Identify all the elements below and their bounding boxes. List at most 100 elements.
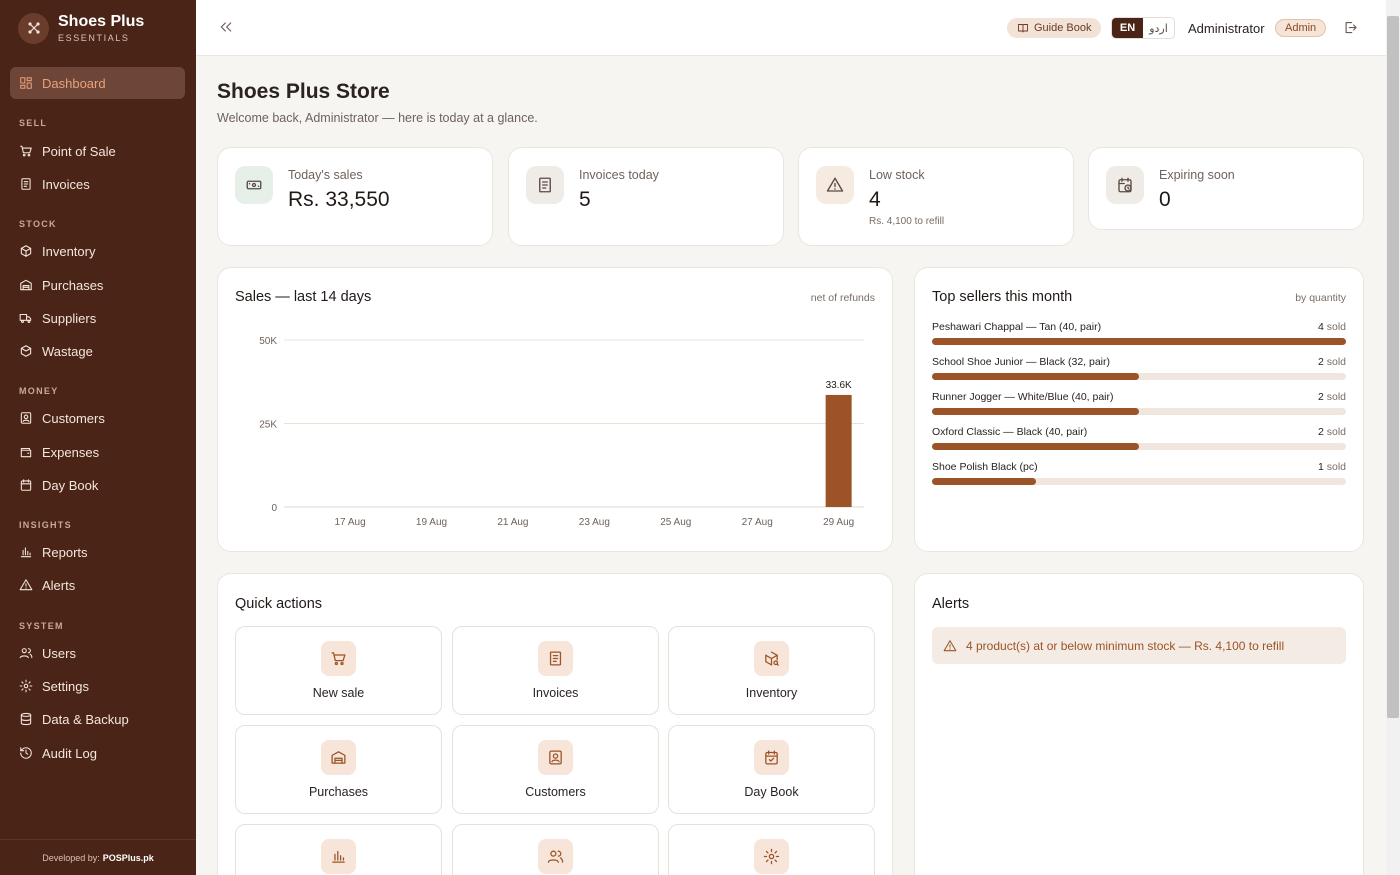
brand-title: Shoes Plus xyxy=(58,13,145,30)
top-seller-bar-track xyxy=(932,478,1346,485)
sidebar-item-audit[interactable]: Audit Log xyxy=(10,737,185,769)
stat-label: Today's sales xyxy=(288,168,363,182)
sidebar-item-customers[interactable]: Customers xyxy=(10,402,185,434)
sidebar-item-daybook[interactable]: Day Book xyxy=(10,469,185,501)
sidebar-item-reports[interactable]: Reports xyxy=(10,536,185,568)
x-tick-label: 17 Aug xyxy=(334,517,365,528)
y-tick-label: 0 xyxy=(271,503,277,514)
sidebar-item-purchases[interactable]: Purchases xyxy=(10,269,185,301)
sidebar-item-suppliers[interactable]: Suppliers xyxy=(10,302,185,334)
sidebar-item-label: Wastage xyxy=(42,343,93,359)
x-tick-label: 27 Aug xyxy=(742,517,773,528)
quick-action-inventory[interactable]: Inventory xyxy=(668,626,875,715)
top-seller-bar-fill xyxy=(932,478,1036,485)
quick-action-new-sale[interactable]: New sale xyxy=(235,626,442,715)
sidebar-footer: Developed by: POSPlus.pk xyxy=(0,839,196,875)
language-toggle: EN اردو xyxy=(1111,17,1175,39)
sales-chart: 0 25K 50K 17 Aug 19 Aug 21 Aug 23 Aug 25 Aug 27 … xyxy=(259,336,864,528)
sidebar-item-label: Settings xyxy=(42,678,89,694)
quick-action-daybook[interactable]: Day Book xyxy=(668,725,875,814)
quick-action-users[interactable] xyxy=(452,824,659,875)
box-minus-icon xyxy=(20,345,32,357)
top-seller-row: Runner Jogger — White/Blue (40, pair) 2 s… xyxy=(932,391,1346,415)
sidebar-item-settings[interactable]: Settings xyxy=(10,670,185,702)
page-title: Shoes Plus Store xyxy=(217,80,390,103)
calendar-icon xyxy=(20,479,32,491)
package-icon xyxy=(20,245,32,257)
quick-action-label: Inventory xyxy=(745,686,798,700)
top-seller-name: Runner Jogger — White/Blue (40, pair) xyxy=(932,391,1114,403)
stat-note: Rs. 4,100 to refill xyxy=(869,216,945,227)
sidebar-item-label: Expenses xyxy=(42,444,100,460)
warning-icon xyxy=(816,166,854,204)
warehouse-icon xyxy=(20,279,32,291)
bar-data-label: 33.6K xyxy=(826,380,852,391)
quick-action-invoices[interactable]: Invoices xyxy=(452,626,659,715)
brand-logo-icon xyxy=(18,12,49,44)
stat-card-expiring: Expiring soon 0 xyxy=(1088,147,1364,230)
quick-action-label: Day Book xyxy=(744,785,799,799)
calendar-check-icon xyxy=(754,740,789,775)
top-seller-count: 2 sold xyxy=(1317,356,1346,368)
cash-icon xyxy=(235,166,273,204)
stat-label: Low stock xyxy=(869,168,925,182)
card-note: by quantity xyxy=(1295,292,1346,304)
scrollbar-thumb[interactable] xyxy=(1387,16,1399,718)
sidebar-item-wastage[interactable]: Wastage xyxy=(10,335,185,367)
sidebar-item-label: Audit Log xyxy=(42,745,97,761)
quick-action-label: Invoices xyxy=(532,686,579,700)
lang-ur-button[interactable]: اردو xyxy=(1143,18,1174,38)
nav-section-money: MONEY xyxy=(19,386,59,396)
sidebar-item-label: Users xyxy=(42,645,76,661)
sidebar-item-dashboard[interactable]: Dashboard xyxy=(10,67,185,99)
sidebar-item-label: Purchases xyxy=(42,277,104,293)
sidebar-item-pos[interactable]: Point of Sale xyxy=(10,135,185,167)
top-seller-bar-fill xyxy=(932,443,1139,450)
bar-chart-icon xyxy=(20,547,32,558)
sales-bar xyxy=(825,394,852,507)
stat-card-invoices: Invoices today 5 xyxy=(508,147,784,246)
top-seller-name: Peshawari Chappal — Tan (40, pair) xyxy=(932,321,1102,333)
lang-en-button[interactable]: EN xyxy=(1112,18,1143,38)
card-title: Quick actions xyxy=(235,596,323,612)
stat-label: Invoices today xyxy=(579,168,659,182)
top-seller-qty: 4 xyxy=(1317,321,1324,333)
contact-icon xyxy=(538,740,573,775)
top-seller-count: 4 sold xyxy=(1317,321,1346,333)
guide-book-button[interactable]: Guide Book xyxy=(1007,18,1102,38)
nav-section-stock: STOCK xyxy=(19,219,57,229)
role-badge: Admin xyxy=(1275,19,1327,37)
sidebar-item-backup[interactable]: Data & Backup xyxy=(10,703,185,735)
bar-chart-icon xyxy=(321,839,356,874)
brand[interactable]: Shoes Plus ESSENTIALS xyxy=(0,0,196,56)
quick-action-settings[interactable] xyxy=(668,824,875,875)
invoice-icon xyxy=(526,166,564,204)
top-seller-bar-fill xyxy=(932,338,1346,345)
warning-icon xyxy=(943,639,957,651)
quick-action-customers[interactable]: Customers xyxy=(452,725,659,814)
quick-action-purchases[interactable]: Purchases xyxy=(235,725,442,814)
y-tick-label: 25K xyxy=(259,420,277,431)
sidebar-item-alerts[interactable]: Alerts xyxy=(10,569,185,601)
cart-icon xyxy=(20,145,32,157)
topbar: Guide Book EN اردو Administrator Admin xyxy=(196,0,1386,56)
stat-card-sales: Today's sales Rs. 33,550 xyxy=(217,147,493,246)
sidebar-item-expenses[interactable]: Expenses xyxy=(10,436,185,468)
quick-action-label: Customers xyxy=(525,785,586,799)
footer-company[interactable]: POSPlus.pk xyxy=(103,853,154,863)
book-icon xyxy=(1018,24,1028,33)
top-seller-qty: 2 xyxy=(1317,356,1324,368)
stat-value: 4 xyxy=(869,188,881,211)
logout-icon[interactable] xyxy=(1343,20,1358,35)
gear-icon xyxy=(19,679,33,693)
stat-value: Rs. 33,550 xyxy=(288,188,390,211)
sidebar-item-label: Inventory xyxy=(42,243,96,259)
sidebar-item-label: Reports xyxy=(42,544,88,560)
quick-action-reports[interactable] xyxy=(235,824,442,875)
sidebar-item-inventory[interactable]: Inventory xyxy=(10,235,185,267)
sidebar-item-label: Data & Backup xyxy=(42,711,129,727)
chevrons-left-icon[interactable] xyxy=(218,19,234,35)
sidebar-item-users[interactable]: Users xyxy=(10,637,185,669)
sidebar-item-invoices[interactable]: Invoices xyxy=(10,168,185,200)
low-stock-alert[interactable]: 4 product(s) at or below minimum stock —… xyxy=(932,627,1346,664)
